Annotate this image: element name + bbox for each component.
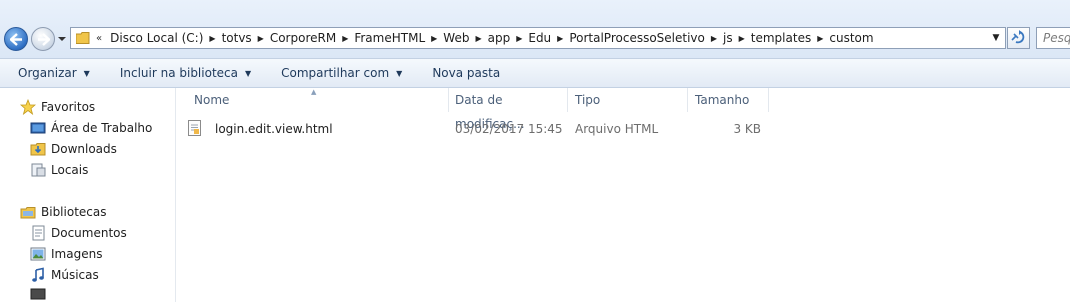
file-size: 3 KB [733,122,761,136]
chevron-down-icon: ▼ [83,68,90,78]
back-button[interactable] [4,27,28,51]
nav-item-label: Imagens [51,247,103,261]
breadcrumb-item[interactable]: Disco Local (C:) [106,31,207,45]
organize-button[interactable]: Organizar ▼ [9,59,99,87]
folder-icon [75,32,90,44]
nav-item-documents[interactable]: Documentos [30,223,127,243]
refresh-button[interactable] [1007,27,1030,49]
breadcrumb-separator-icon[interactable]: ▶ [815,34,825,43]
breadcrumb-separator-icon[interactable]: ▶ [709,34,719,43]
column-header-label: Tamanho [695,93,750,107]
nav-item-label: Locais [51,163,89,177]
navigation-pane: Favoritos Área de Trabalho Downloads Loc… [0,88,176,302]
nav-item-label: Área de Trabalho [51,121,153,135]
nav-item-favorites[interactable]: Favoritos [19,97,96,117]
breadcrumb: « Disco Local (C:) ▶ totvs ▶ CorporeRM ▶ Fr… [94,31,878,45]
breadcrumb-item[interactable]: js [719,31,737,45]
places-icon [30,162,46,178]
breadcrumb-separator-icon[interactable]: ▶ [473,34,483,43]
breadcrumb-separator-icon[interactable]: ▶ [207,34,217,43]
downloads-folder-icon [30,141,46,157]
forward-button[interactable] [31,27,55,51]
address-dropdown-icon[interactable]: ▼ [989,31,1003,45]
nav-item-music[interactable]: Músicas [30,265,99,285]
breadcrumb-item[interactable]: app [484,31,515,45]
chevron-down-icon: ▼ [244,68,252,78]
breadcrumb-item[interactable]: Edu [524,31,555,45]
breadcrumb-separator-icon[interactable]: ▶ [429,34,439,43]
breadcrumb-separator-icon[interactable]: ▶ [555,34,565,43]
file-modified: 03/02/2017 15:45 [455,122,563,136]
share-with-label: Compartilhar com [281,66,390,80]
nav-item-label: Documentos [51,226,127,240]
organize-label: Organizar [18,66,77,80]
nav-item-images[interactable]: Imagens [30,244,102,264]
breadcrumb-separator-icon[interactable]: ▶ [256,34,266,43]
nav-item-label: Downloads [51,142,117,156]
file-list-pane: Nome ▲ Data de modificaç... Tipo Tamanho… [176,88,1070,302]
new-folder-label: Nova pasta [432,66,501,80]
breadcrumb-separator-icon[interactable]: ▶ [340,34,350,43]
html-file-icon [188,120,201,136]
command-bar: Organizar ▼ Incluir na biblioteca ▼ Compar… [0,58,1070,88]
column-header-label: Nome [194,93,230,107]
new-folder-button[interactable]: Nova pasta [423,59,509,87]
share-with-button[interactable]: Compartilhar com ▼ [272,59,411,87]
nav-item-libraries[interactable]: Bibliotecas [20,202,106,222]
breadcrumb-item[interactable]: Web [439,31,473,45]
breadcrumb-item[interactable]: templates [747,31,815,45]
column-header-label: Tipo [575,93,601,107]
column-header-modified[interactable]: Data de modificaç... [447,88,568,131]
recent-pages-dropdown-icon[interactable] [58,35,66,43]
include-in-library-label: Incluir na biblioteca [119,66,238,80]
file-name[interactable]: login.edit.view.html [215,118,333,140]
breadcrumb-item[interactable]: custom [825,31,877,45]
nav-item-desktop[interactable]: Área de Trabalho [30,118,152,138]
desktop-icon [30,120,46,136]
address-bar-area: « Disco Local (C:) ▶ totvs ▶ CorporeRM ▶ Fr… [0,0,1070,58]
breadcrumb-overflow[interactable]: « [94,33,106,44]
column-header-name[interactable]: Nome [186,88,449,112]
star-icon [19,98,37,116]
nav-item-label: Favoritos [41,100,96,114]
back-arrow-icon [10,33,22,46]
forward-arrow-icon [38,33,50,46]
nav-item-places[interactable]: Locais [30,160,88,180]
include-in-library-button[interactable]: Incluir na biblioteca ▼ [111,59,260,87]
nav-item-downloads[interactable]: Downloads [30,139,117,159]
breadcrumb-item[interactable]: CorporeRM [266,31,340,45]
nav-item-label: Bibliotecas [41,205,107,219]
breadcrumb-item[interactable]: PortalProcessoSeletivo [565,31,709,45]
column-header-type[interactable]: Tipo [567,88,688,112]
music-icon [30,267,46,283]
refresh-icon [1011,30,1025,44]
sort-ascending-icon: ▲ [311,88,317,96]
search-input[interactable]: Pesq [1036,27,1070,49]
breadcrumb-separator-icon[interactable]: ▶ [737,34,747,43]
nav-item-partial[interactable] [30,286,51,302]
column-header-size[interactable]: Tamanho [687,88,769,112]
address-box[interactable]: « Disco Local (C:) ▶ totvs ▶ CorporeRM ▶ Fr… [70,27,1006,49]
chevron-down-icon: ▼ [396,68,403,78]
nav-item-label: Músicas [51,268,99,282]
breadcrumb-item[interactable]: FrameHTML [350,31,429,45]
documents-icon [30,225,46,241]
breadcrumb-separator-icon[interactable]: ▶ [514,34,524,43]
library-icon [20,204,36,220]
images-icon [30,246,46,262]
videos-icon [30,286,46,302]
breadcrumb-item[interactable]: totvs [218,31,256,45]
file-type: Arquivo HTML [575,122,659,136]
